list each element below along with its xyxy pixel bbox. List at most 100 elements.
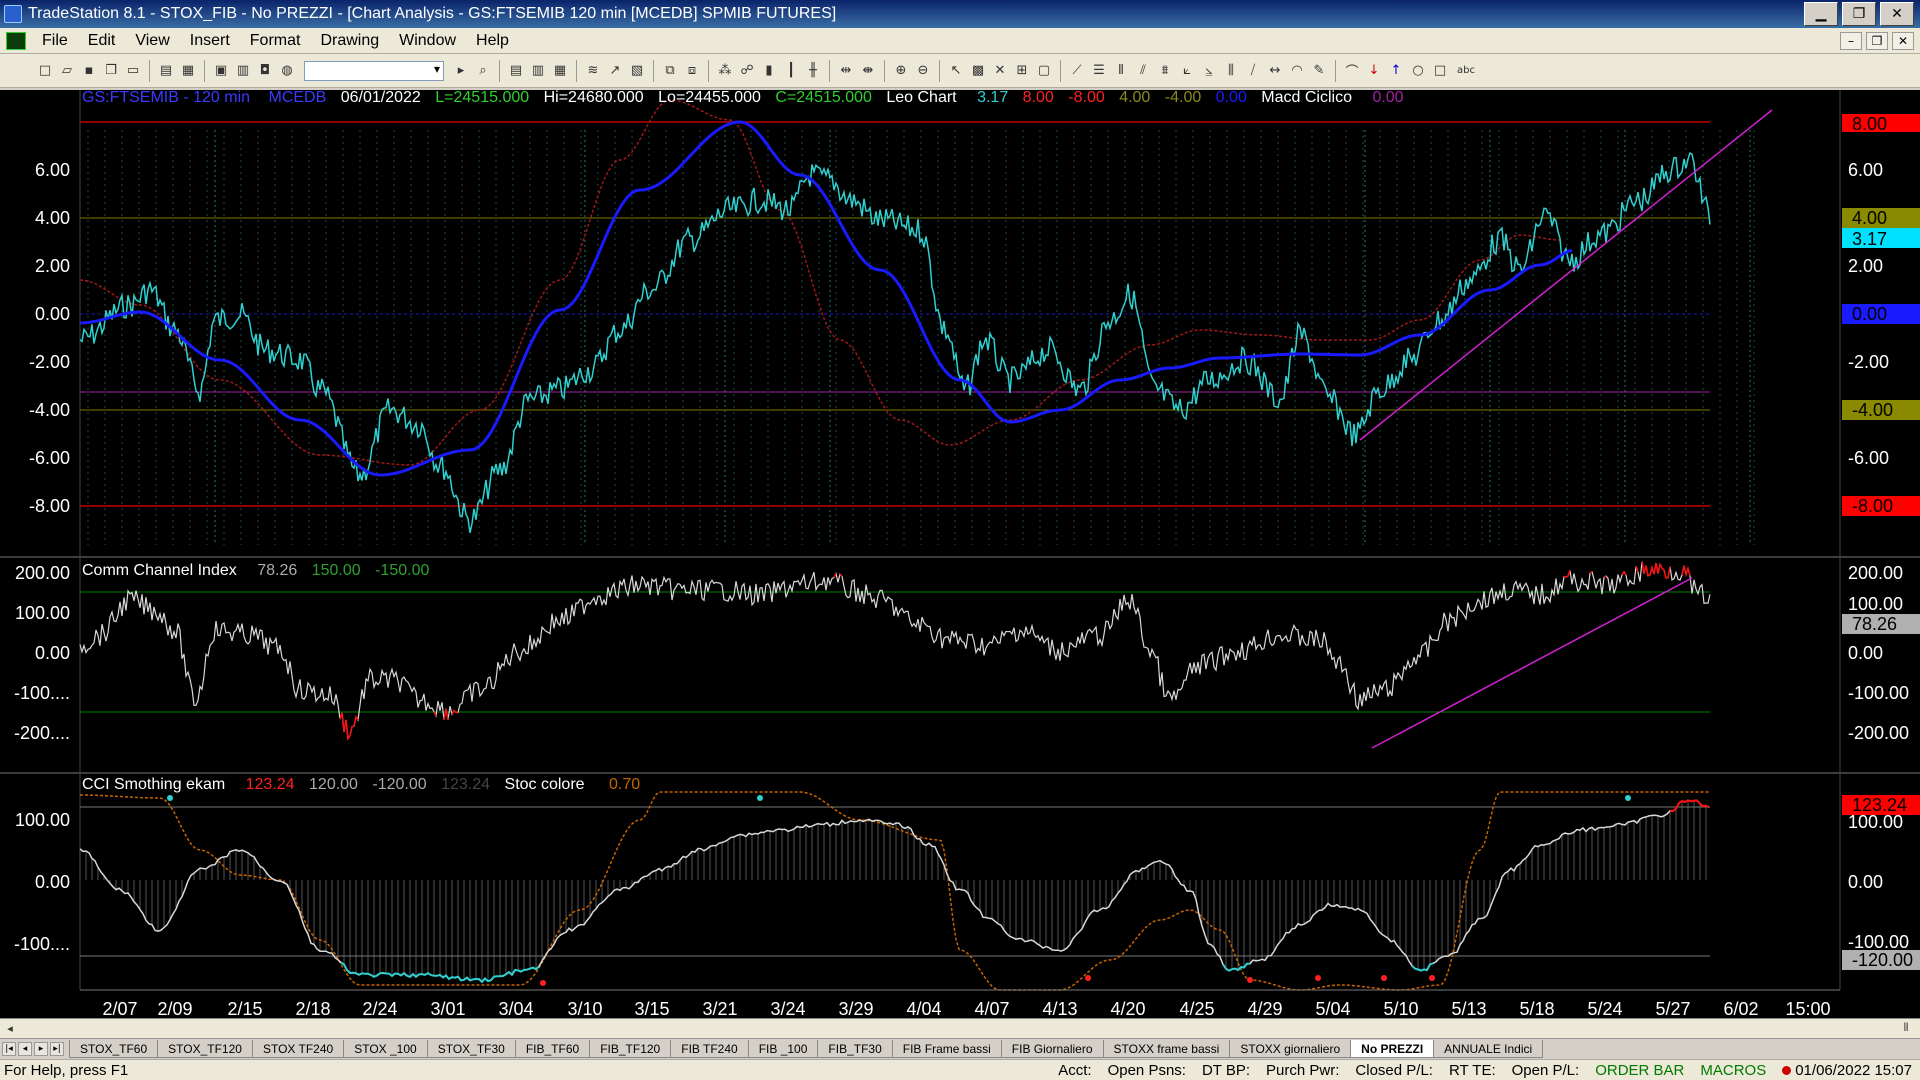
- tab-stox-tf60[interactable]: STOX_TF60: [69, 1040, 159, 1058]
- mdi-close-button[interactable]: ✕: [1892, 31, 1914, 50]
- printer-icon[interactable]: ▦: [179, 62, 197, 80]
- chart-area[interactable]: GS:FTSEMIB - 120 min MCEDB 06/01/2022 L=…: [0, 90, 1920, 1020]
- tab-annuale-indici[interactable]: ANNUALE Indici: [1433, 1040, 1544, 1058]
- data-window-icon[interactable]: ▩: [969, 62, 987, 80]
- hlines-icon[interactable]: ☰: [1090, 62, 1108, 80]
- menu-format[interactable]: Format: [240, 32, 311, 50]
- menu-window[interactable]: Window: [389, 32, 466, 50]
- maximize-button[interactable]: ❐: [1842, 2, 1876, 26]
- candle-icon[interactable]: ┃: [782, 62, 800, 80]
- close-button[interactable]: ✕: [1880, 2, 1914, 26]
- tab-fib-tf240[interactable]: FIB TF240: [670, 1040, 749, 1058]
- horizontal-scrollbar[interactable]: ◂ ⦀: [0, 1018, 1920, 1038]
- rectangle-icon[interactable]: □: [1431, 62, 1449, 80]
- tab-stox-tf240[interactable]: STOX TF240: [251, 1040, 345, 1058]
- minimize-button[interactable]: ▁: [1804, 2, 1838, 26]
- menu-drawing[interactable]: Drawing: [310, 32, 389, 50]
- folder-icon[interactable]: ▭: [124, 62, 142, 80]
- trendline-icon[interactable]: ⟋: [1068, 62, 1086, 80]
- tab-fib-frame-bassi[interactable]: FIB Frame bassi: [891, 1040, 1002, 1058]
- mdi-restore-button[interactable]: ❐: [1866, 31, 1888, 50]
- tab-stoxx-giornaliero[interactable]: STOXX giornaliero: [1229, 1040, 1352, 1058]
- globe-icon[interactable]: ◍: [278, 62, 296, 80]
- chart-link-icon[interactable]: ≋: [584, 62, 602, 80]
- grid-icon[interactable]: ▦: [551, 62, 569, 80]
- indicator2-icon[interactable]: ☍: [738, 62, 756, 80]
- tab-stox-100[interactable]: STOX _100: [343, 1040, 428, 1058]
- toolbar-separator: [204, 59, 205, 82]
- ellipse-icon[interactable]: ○: [1409, 62, 1427, 80]
- menu-help[interactable]: Help: [466, 32, 519, 50]
- channel-icon[interactable]: ⫽: [1134, 62, 1152, 80]
- symbol-combo[interactable]: [304, 60, 444, 81]
- zoom-in-icon[interactable]: ⊕: [892, 62, 910, 80]
- properties-icon[interactable]: ▢: [1035, 62, 1053, 80]
- lock-icon[interactable]: ◘: [256, 62, 274, 80]
- tab-fib-tf120[interactable]: FIB_TF120: [589, 1040, 672, 1058]
- tab-stox-tf30[interactable]: STOX_TF30: [426, 1040, 516, 1058]
- tab-last-icon[interactable]: ▸|: [50, 1042, 64, 1056]
- tab-no-prezzi[interactable]: No PREZZI: [1350, 1040, 1435, 1058]
- right-label-4: 4.00: [1852, 208, 1887, 228]
- copy-icon[interactable]: ❐: [102, 62, 120, 80]
- cycle-icon[interactable]: ◠: [1288, 62, 1306, 80]
- new-icon[interactable]: □: [36, 62, 54, 80]
- zoom-doc-icon[interactable]: ⌕: [474, 62, 492, 80]
- vlines-icon[interactable]: ⦀: [1112, 62, 1130, 80]
- print-icon[interactable]: ▤: [157, 62, 175, 80]
- scroll-right-icon[interactable]: ⦀: [1898, 1021, 1914, 1035]
- tab-stox-tf120[interactable]: STOX_TF120: [157, 1040, 253, 1058]
- tab-stoxx-frame-bassi[interactable]: STOXX frame bassi: [1102, 1040, 1231, 1058]
- tab-fib-tf60[interactable]: FIB_TF60: [514, 1040, 591, 1058]
- status-order-bar[interactable]: ORDER BAR: [1587, 1062, 1692, 1079]
- tab-next-icon[interactable]: ▸: [34, 1042, 48, 1056]
- right-label-m2: -2.00: [1848, 352, 1889, 372]
- zoom-out-icon[interactable]: ⊖: [914, 62, 932, 80]
- pointer-icon[interactable]: ↖: [947, 62, 965, 80]
- down-arrow-icon[interactable]: ↓: [1365, 62, 1383, 80]
- text-icon[interactable]: abc: [1453, 62, 1479, 80]
- horizontal-arrow-icon[interactable]: ↔: [1266, 62, 1284, 80]
- fib-icon[interactable]: ⩩: [1156, 62, 1174, 80]
- format-icon[interactable]: ⊞: [1013, 62, 1031, 80]
- tab-fib-giornaliero[interactable]: FIB Giornaliero: [1000, 1040, 1104, 1058]
- bar-chart-icon[interactable]: ▮: [760, 62, 778, 80]
- pen-icon[interactable]: ✎: [1310, 62, 1328, 80]
- tab-fib-100[interactable]: FIB _100: [747, 1040, 819, 1058]
- ohlc-icon[interactable]: ╫: [804, 62, 822, 80]
- menu-file[interactable]: File: [32, 32, 78, 50]
- compress-icon[interactable]: ⇼: [859, 62, 877, 80]
- regression-icon[interactable]: ⧸: [1244, 62, 1262, 80]
- layout-icon[interactable]: ▤: [507, 62, 525, 80]
- up-arrow-icon[interactable]: ↑: [1387, 62, 1405, 80]
- curve-icon[interactable]: ⌒: [1343, 62, 1361, 80]
- menu-view[interactable]: View: [125, 32, 179, 50]
- chart-window-icon[interactable]: [6, 31, 26, 50]
- open-icon[interactable]: ▱: [58, 62, 76, 80]
- indicator-icon[interactable]: ⁂: [716, 62, 734, 80]
- gann-icon[interactable]: ⟀: [1178, 62, 1196, 80]
- window2-icon[interactable]: ▥: [234, 62, 252, 80]
- smooth-right-0: 0.00: [1848, 872, 1883, 892]
- andrew-icon[interactable]: ⫼: [1222, 62, 1240, 80]
- save-icon[interactable]: ▪: [80, 62, 98, 80]
- grid2-icon[interactable]: ▧: [628, 62, 646, 80]
- expand-icon[interactable]: ⇹: [837, 62, 855, 80]
- scroll-left-icon[interactable]: ◂: [2, 1021, 18, 1035]
- status-macros[interactable]: MACROS: [1692, 1062, 1774, 1079]
- menu-insert[interactable]: Insert: [180, 32, 240, 50]
- chart-canvas[interactable]: GS:FTSEMIB - 120 min MCEDB 06/01/2022 L=…: [0, 90, 1920, 1020]
- tile-icon[interactable]: ⧉: [661, 62, 679, 80]
- tools-icon[interactable]: ✕: [991, 62, 1009, 80]
- arrow-icon[interactable]: ↗: [606, 62, 624, 80]
- speed-icon[interactable]: ⦥: [1200, 62, 1218, 80]
- cascade-icon[interactable]: ⧈: [683, 62, 701, 80]
- play-icon[interactable]: ▸: [452, 62, 470, 80]
- menu-edit[interactable]: Edit: [78, 32, 126, 50]
- tab-fib-tf30[interactable]: FIB_TF30: [817, 1040, 893, 1058]
- tab-prev-icon[interactable]: ◂: [18, 1042, 32, 1056]
- mdi-minimize-button[interactable]: –: [1840, 31, 1862, 50]
- layout2-icon[interactable]: ▥: [529, 62, 547, 80]
- tab-first-icon[interactable]: |◂: [2, 1042, 16, 1056]
- window-icon[interactable]: ▣: [212, 62, 230, 80]
